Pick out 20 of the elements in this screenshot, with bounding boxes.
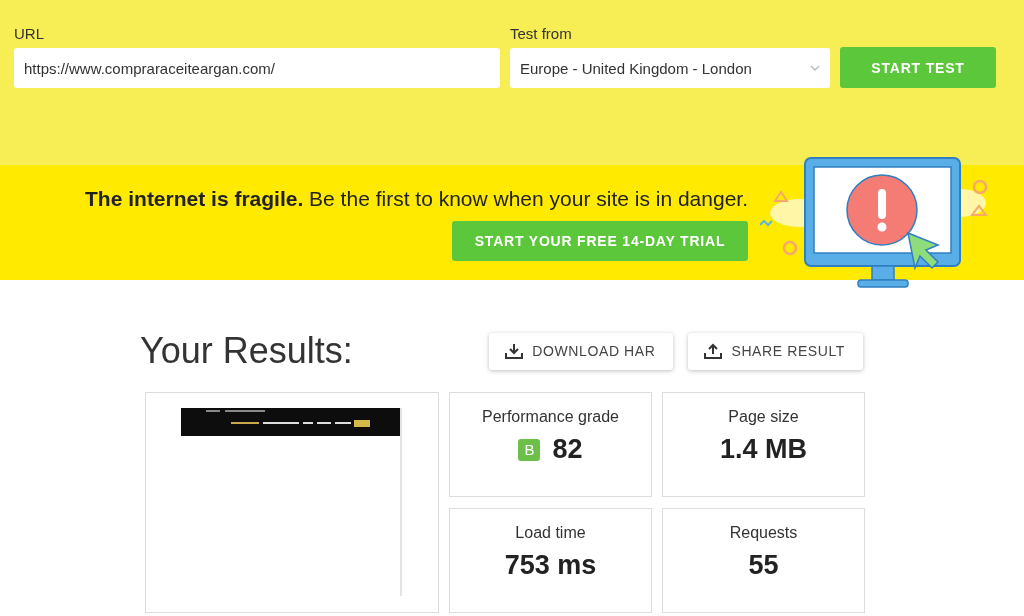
metric-value: 82 <box>552 434 583 465</box>
location-label: Test from <box>510 25 573 42</box>
url-label: URL <box>14 25 45 42</box>
metric-label: Load time <box>515 524 586 542</box>
banner-message: The internet is fragile. Be the first to know when your site is in danger. <box>85 186 749 211</box>
metric-label: Performance grade <box>482 408 619 426</box>
metric-label: Requests <box>729 524 798 542</box>
metric-value: 55 <box>748 550 779 581</box>
chevron-down-icon <box>810 65 820 71</box>
download-icon <box>505 343 524 359</box>
metric-value: 753 ms <box>504 550 597 581</box>
grade-badge: B <box>518 438 541 461</box>
url-input[interactable]: https://www.compraraceiteargan.com/ <box>14 48 500 88</box>
upload-icon <box>704 343 723 359</box>
metric-label: Page size <box>728 408 799 426</box>
metric-value: 1.4 MB <box>720 434 807 465</box>
location-select[interactable]: Europe - United Kingdom - London <box>510 48 830 88</box>
share-result-button[interactable]: SHARE RESULT <box>688 332 863 370</box>
download-har-button[interactable]: DOWNLOAD HAR <box>489 332 674 370</box>
results-title: Your Results: <box>140 330 353 372</box>
